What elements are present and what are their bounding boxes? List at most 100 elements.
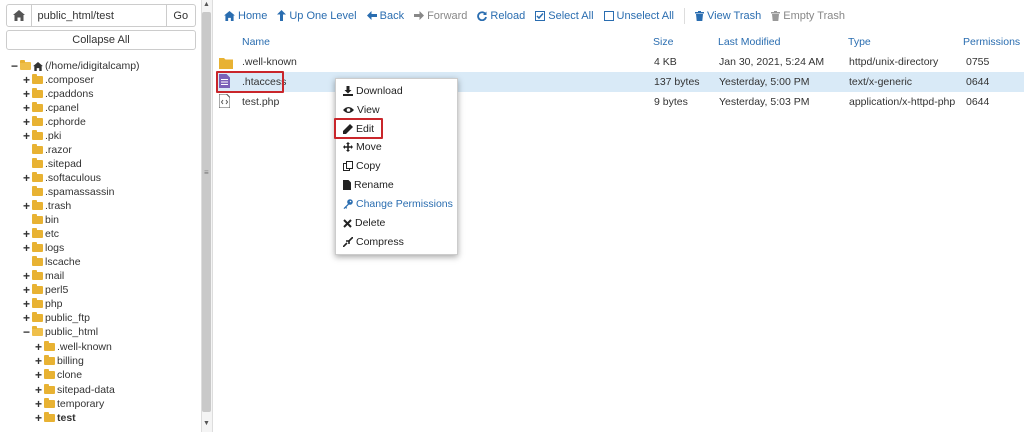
column-header-type[interactable]: Type	[848, 36, 871, 48]
tree-item-sitepad[interactable]: .sitepad	[32, 157, 82, 171]
forward-label: Forward	[427, 9, 468, 22]
expand-toggle-icon[interactable]: +	[34, 369, 43, 381]
empty-trash-button[interactable]: Empty Trash	[771, 10, 845, 22]
edit-highlight-box	[334, 118, 383, 139]
tree-item-trash[interactable]: + .trash	[22, 199, 71, 213]
context-menu-copy[interactable]: Copy	[343, 158, 381, 174]
table-row[interactable]: .well-known 4 KB Jan 30, 2021, 5:24 AM h…	[216, 52, 1024, 72]
back-button[interactable]: Back	[366, 9, 405, 22]
tree-item-bin[interactable]: bin	[32, 213, 59, 227]
tree-item-label: .spamassassin	[45, 186, 115, 198]
forward-button[interactable]: Forward	[414, 10, 467, 22]
folder-icon	[32, 102, 43, 112]
home-button[interactable]: Home	[224, 10, 267, 22]
expand-toggle-icon[interactable]: +	[34, 384, 43, 396]
expand-toggle-icon[interactable]: +	[34, 355, 43, 367]
tree-item-well-known[interactable]: + .well-known	[34, 340, 112, 354]
context-menu-compress[interactable]: Compress	[343, 234, 404, 250]
file-size: 4 KB	[654, 56, 677, 68]
checkbox-empty-icon	[603, 10, 614, 21]
tree-item-logs[interactable]: + logs	[22, 241, 64, 255]
expand-toggle-icon[interactable]: +	[34, 412, 43, 424]
context-menu-download[interactable]: Download	[343, 83, 403, 99]
context-menu-label: Download	[356, 85, 403, 97]
expand-toggle-icon[interactable]: +	[22, 242, 31, 254]
file-type: text/x-generic	[849, 76, 913, 88]
home-directory-button[interactable]	[6, 4, 32, 27]
expand-toggle-icon[interactable]: +	[22, 130, 31, 142]
column-header-name[interactable]: Name	[242, 36, 270, 48]
tree-item-razor[interactable]: .razor	[32, 143, 72, 157]
context-menu-delete[interactable]: Delete	[343, 215, 385, 231]
tree-item-clone[interactable]: + clone	[34, 368, 82, 382]
select-all-button[interactable]: Select All	[535, 10, 594, 22]
collapse-all-button[interactable]: Collapse All	[6, 30, 196, 50]
folder-icon	[32, 298, 43, 308]
go-button[interactable]: Go	[166, 4, 196, 27]
tree-item-sitepad-data[interactable]: + sitepad-data	[34, 383, 115, 397]
toolbar-divider	[684, 7, 686, 24]
view-trash-button[interactable]: View Trash	[695, 10, 761, 22]
context-menu-rename[interactable]: Rename	[343, 177, 394, 193]
column-header-size[interactable]: Size	[653, 36, 673, 48]
context-menu-change-permissions[interactable]: Change Permissions	[343, 196, 453, 212]
context-menu-label: Rename	[354, 179, 394, 191]
tree-item-etc[interactable]: + etc	[22, 227, 59, 241]
expand-toggle-icon[interactable]: +	[22, 74, 31, 86]
expand-toggle-icon[interactable]: +	[22, 312, 31, 324]
expand-toggle-icon[interactable]: +	[22, 228, 31, 240]
column-header-last-modified[interactable]: Last Modified	[718, 36, 780, 48]
expand-toggle-icon[interactable]: +	[22, 298, 31, 310]
tree-item-public-html[interactable]: − public_html	[22, 325, 98, 339]
expand-toggle-icon[interactable]: +	[22, 102, 31, 114]
expand-toggle-icon[interactable]: +	[22, 270, 31, 282]
file-permissions: 0755	[966, 56, 990, 68]
back-label: Back	[379, 9, 405, 22]
tree-item-spamassassin[interactable]: .spamassassin	[32, 185, 114, 199]
expand-toggle-icon[interactable]: +	[22, 200, 31, 212]
context-menu-view[interactable]: View	[343, 102, 380, 118]
tree-item-root[interactable]: − (/home/idigitalcamp)	[10, 59, 140, 73]
tree-item-perl5[interactable]: + perl5	[22, 283, 68, 297]
view-trash-label: View Trash	[707, 9, 762, 22]
tree-item-pki[interactable]: + .pki	[22, 129, 61, 143]
tree-item-cpanel[interactable]: + .cpanel	[22, 101, 79, 115]
tree-item-label: logs	[45, 242, 65, 254]
collapse-toggle-icon[interactable]: −	[22, 326, 31, 338]
tree-item-public-ftp[interactable]: + public_ftp	[22, 311, 90, 325]
folder-icon	[32, 186, 43, 196]
up-one-level-button[interactable]: Up One Level	[277, 10, 357, 22]
expand-toggle-icon[interactable]: +	[34, 341, 43, 353]
tree-item-softaculous[interactable]: + .softaculous	[22, 171, 101, 185]
tree-scrollbar-thumb[interactable]	[202, 12, 211, 412]
resize-grip-icon[interactable]: ≡	[204, 168, 209, 177]
tree-item-mail[interactable]: + mail	[22, 269, 64, 283]
scroll-up-arrow-icon[interactable]: ▲	[203, 1, 210, 8]
table-header: Name Size Last Modified Type Permissions	[216, 31, 1024, 51]
expand-toggle-icon[interactable]: +	[34, 398, 43, 410]
folder-icon	[32, 284, 43, 294]
context-menu-move[interactable]: Move	[343, 139, 382, 155]
expand-toggle-icon[interactable]: +	[22, 284, 31, 296]
scroll-down-arrow-icon[interactable]: ▼	[203, 420, 210, 427]
path-bar: Go	[6, 4, 196, 27]
column-header-permissions[interactable]: Permissions	[963, 36, 1020, 48]
tree-item-cphorde[interactable]: + .cphorde	[22, 115, 86, 129]
reload-button[interactable]: Reload	[477, 10, 525, 22]
php-file-icon	[219, 94, 230, 108]
tree-item-composer[interactable]: + .composer	[22, 73, 94, 87]
tree-item-test[interactable]: + test	[34, 411, 76, 425]
unselect-all-button[interactable]: Unselect All	[603, 10, 674, 22]
expand-toggle-icon[interactable]: +	[22, 88, 31, 100]
folder-icon	[44, 355, 55, 365]
context-menu-label: Move	[356, 141, 382, 153]
expand-toggle-icon[interactable]: +	[22, 172, 31, 184]
collapse-toggle-icon[interactable]: −	[10, 60, 19, 72]
tree-item-cpaddons[interactable]: + .cpaddons	[22, 87, 93, 101]
expand-toggle-icon[interactable]: +	[22, 116, 31, 128]
tree-item-lscache[interactable]: lscache	[32, 255, 81, 269]
tree-item-temporary[interactable]: + temporary	[34, 397, 104, 411]
tree-item-billing[interactable]: + billing	[34, 354, 84, 368]
tree-item-php[interactable]: + php	[22, 297, 63, 311]
path-input[interactable]	[31, 4, 167, 27]
